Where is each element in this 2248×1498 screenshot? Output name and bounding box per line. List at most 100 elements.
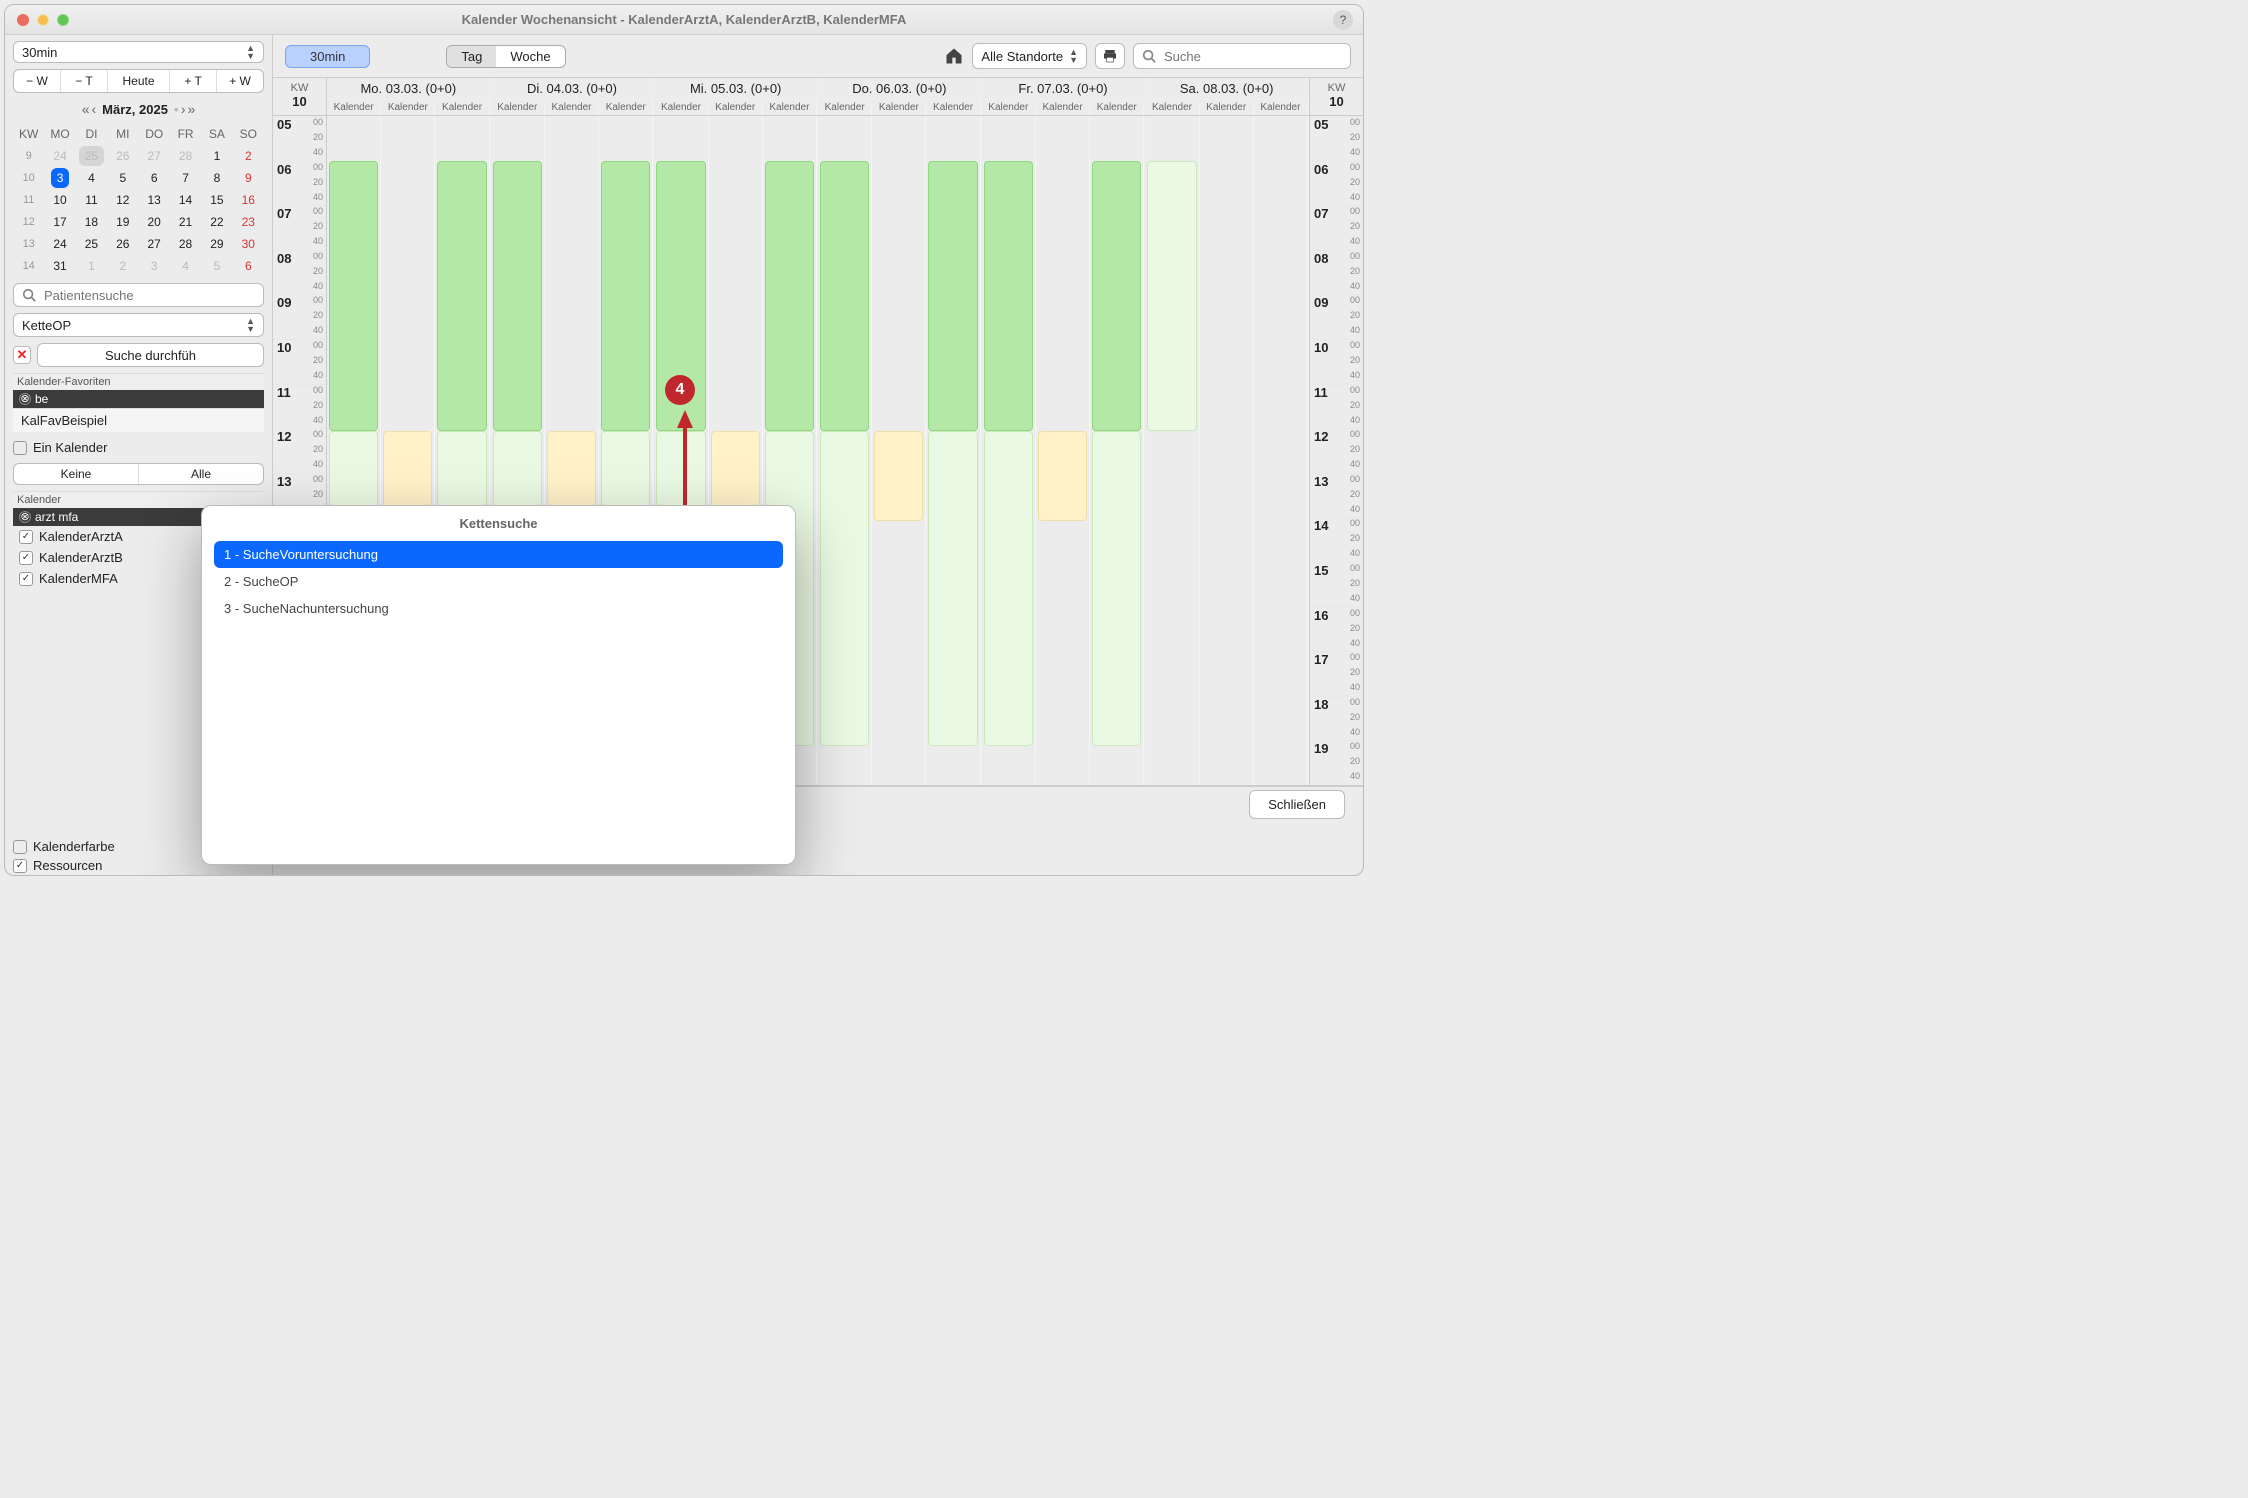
availability-block[interactable] xyxy=(984,161,1033,431)
minical-day[interactable]: 5 xyxy=(201,255,232,277)
minical-day[interactable]: 15 xyxy=(201,189,232,211)
minical-day[interactable]: 21 xyxy=(170,211,201,233)
minical-day[interactable]: 29 xyxy=(201,233,232,255)
day-header[interactable]: Do. 06.03. (0+0)KalenderKalenderKalender xyxy=(818,78,982,115)
minical-day[interactable]: 4 xyxy=(170,255,201,277)
top-search[interactable] xyxy=(1133,43,1351,69)
location-select[interactable]: Alle Standorte ▲▼ xyxy=(972,43,1087,69)
day-header[interactable]: Sa. 08.03. (0+0)KalenderKalenderKalender xyxy=(1145,78,1309,115)
minical-day[interactable]: 24 xyxy=(44,233,75,255)
patient-search-input[interactable] xyxy=(42,287,255,304)
minical-day[interactable]: 24 xyxy=(44,145,75,167)
print-button[interactable] xyxy=(1095,43,1125,69)
minical-day[interactable]: 5 xyxy=(107,167,138,189)
minical-day[interactable]: 6 xyxy=(139,167,170,189)
minical-day[interactable]: 25 xyxy=(76,233,107,255)
availability-block[interactable] xyxy=(437,161,486,431)
home-icon[interactable] xyxy=(944,46,964,66)
availability-block[interactable] xyxy=(928,431,977,746)
ressourcen-checkbox[interactable]: ✓ xyxy=(13,859,27,873)
nav-next-week[interactable]: + W xyxy=(217,70,263,92)
clear-filter-icon[interactable]: ⊗ xyxy=(19,511,31,523)
minical-day[interactable]: 16 xyxy=(233,189,264,211)
minical-day[interactable]: 9 xyxy=(233,167,264,189)
minical-day[interactable]: 18 xyxy=(76,211,107,233)
day-header[interactable]: Mo. 03.03. (0+0)KalenderKalenderKalender xyxy=(327,78,491,115)
minical-day[interactable]: 28 xyxy=(170,233,201,255)
chain-search-item[interactable]: 2 - SucheOP xyxy=(214,568,783,595)
minical-day[interactable]: 31 xyxy=(44,255,75,277)
minical-day[interactable]: 13 xyxy=(139,189,170,211)
clear-chain-button[interactable]: ✕ xyxy=(13,346,31,364)
minical-day[interactable]: 8 xyxy=(201,167,232,189)
nav-today[interactable]: Heute xyxy=(108,70,170,92)
minical-day[interactable]: 27 xyxy=(139,233,170,255)
minical-day[interactable]: 23 xyxy=(233,211,264,233)
minical-day[interactable]: 25 xyxy=(76,145,107,167)
favorite-item[interactable]: KalFavBeispiel xyxy=(13,408,264,432)
minical-day[interactable]: 26 xyxy=(107,233,138,255)
minical-day[interactable]: 3 xyxy=(139,255,170,277)
availability-block[interactable] xyxy=(928,161,977,431)
minical-day[interactable]: 12 xyxy=(107,189,138,211)
availability-block[interactable] xyxy=(1092,431,1141,746)
minical-day[interactable]: 2 xyxy=(107,255,138,277)
patient-search[interactable] xyxy=(13,283,264,307)
run-search-button[interactable]: Suche durchfüh xyxy=(37,343,264,367)
close-button[interactable]: Schließen xyxy=(1249,790,1345,819)
availability-block[interactable] xyxy=(601,161,650,431)
day-header[interactable]: Di. 04.03. (0+0)KalenderKalenderKalender xyxy=(491,78,655,115)
chain-search-item[interactable]: 1 - SucheVoruntersuchung xyxy=(214,541,783,568)
minical-day[interactable]: 4 xyxy=(76,167,107,189)
seg-tag[interactable]: Tag xyxy=(447,46,496,67)
minical-day[interactable]: 14 xyxy=(170,189,201,211)
availability-block[interactable] xyxy=(493,161,542,431)
availability-block[interactable] xyxy=(765,161,814,431)
select-all-button[interactable]: Alle xyxy=(139,464,263,484)
minical-day[interactable]: 6 xyxy=(233,255,264,277)
minical-day[interactable]: 1 xyxy=(76,255,107,277)
availability-block[interactable] xyxy=(820,161,869,431)
calendar-checkbox[interactable]: ✓ xyxy=(19,530,33,544)
availability-block[interactable] xyxy=(1038,431,1087,521)
minical-day[interactable]: 11 xyxy=(76,189,107,211)
availability-block[interactable] xyxy=(874,431,923,521)
minical-day[interactable]: 7 xyxy=(170,167,201,189)
calendar-checkbox[interactable]: ✓ xyxy=(19,551,33,565)
minical-day[interactable]: 22 xyxy=(201,211,232,233)
minical-day[interactable]: 1 xyxy=(201,145,232,167)
availability-block[interactable] xyxy=(984,431,1033,746)
select-none-button[interactable]: Keine xyxy=(14,464,139,484)
chain-select[interactable]: KetteOP ▲▼ xyxy=(13,313,264,337)
zoom-select[interactable]: 30min ▲▼ xyxy=(13,41,264,63)
minical-day[interactable]: 28 xyxy=(170,145,201,167)
nav-prev-week[interactable]: − W xyxy=(14,70,61,92)
calendar-checkbox[interactable]: ✓ xyxy=(19,572,33,586)
day-lane[interactable] xyxy=(1145,116,1309,785)
mini-calendar[interactable]: KWMODIMIDOFRSASO924252627281210345678911… xyxy=(13,123,264,277)
top-search-input[interactable] xyxy=(1162,48,1342,65)
help-button[interactable]: ? xyxy=(1333,10,1353,30)
zoom-chip[interactable]: 30min xyxy=(285,45,370,68)
availability-block[interactable] xyxy=(1092,161,1141,431)
chain-search-item[interactable]: 3 - SucheNachuntersuchung xyxy=(214,595,783,622)
minical-day[interactable]: 26 xyxy=(107,145,138,167)
minical-day[interactable]: 19 xyxy=(107,211,138,233)
minical-day[interactable]: 27 xyxy=(139,145,170,167)
day-lane[interactable] xyxy=(982,116,1146,785)
minical-day[interactable]: 17 xyxy=(44,211,75,233)
nav-next-day[interactable]: + T xyxy=(170,70,217,92)
minical-day[interactable]: 30 xyxy=(233,233,264,255)
availability-block[interactable] xyxy=(1147,161,1196,431)
day-lane[interactable] xyxy=(818,116,982,785)
month-nav-prev[interactable]: «‹ xyxy=(82,101,96,117)
nav-prev-day[interactable]: − T xyxy=(61,70,108,92)
minical-day[interactable]: 20 xyxy=(139,211,170,233)
day-header[interactable]: Mi. 05.03. (0+0)KalenderKalenderKalender xyxy=(654,78,818,115)
minical-day[interactable]: 2 xyxy=(233,145,264,167)
favorites-filter[interactable]: ⊗ be xyxy=(13,390,264,408)
kalenderfarbe-checkbox[interactable] xyxy=(13,840,27,854)
month-nav-next[interactable]: •›» xyxy=(174,101,195,117)
minical-day[interactable]: 10 xyxy=(44,189,75,211)
one-calendar-checkbox[interactable] xyxy=(13,441,27,455)
